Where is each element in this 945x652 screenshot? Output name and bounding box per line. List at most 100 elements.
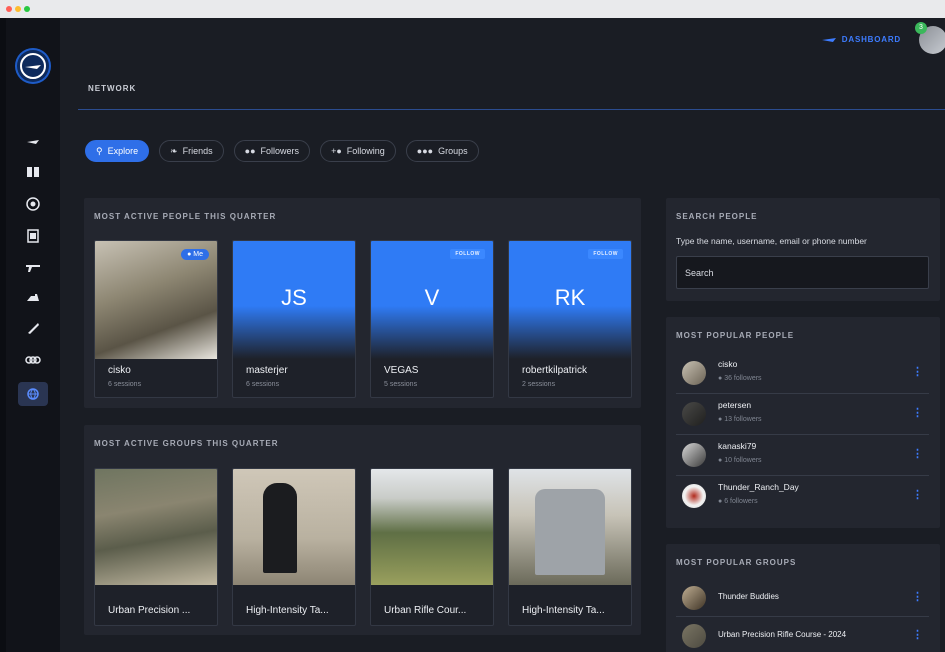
handshake-icon: ❧ xyxy=(170,145,178,156)
sidebar xyxy=(6,18,60,652)
sidebar-item-swoosh-icon[interactable] xyxy=(18,130,48,154)
person-initials: V xyxy=(424,285,440,310)
search-help-text: Type the name, username, email or phone … xyxy=(676,236,867,246)
avatar xyxy=(682,443,706,467)
list-item[interactable]: petersen ● 13 followers ⋮ xyxy=(676,394,929,435)
person-initials: JS xyxy=(281,285,307,310)
group-name: Urban Precision Rifle Course - 2024 xyxy=(718,630,847,639)
list-item[interactable]: Urban Precision Rifle Course - 2024 ⋮ xyxy=(676,618,929,652)
tab-groups[interactable]: ●●● Groups xyxy=(405,140,479,162)
group-name: Thunder Buddies xyxy=(718,592,779,601)
person-name: VEGAS xyxy=(384,365,419,376)
person-card[interactable]: FOLLOW RK robertkilpatrick 2 sessions xyxy=(508,240,632,398)
avatar xyxy=(682,402,706,426)
person-name: cisko xyxy=(718,359,738,369)
session-count: 6 sessions xyxy=(108,381,142,388)
title-divider xyxy=(78,109,945,110)
group-card[interactable]: High-Intensity Ta... xyxy=(508,468,632,626)
tab-following[interactable]: +● Following xyxy=(320,140,396,162)
minimize-dot-icon[interactable] xyxy=(15,6,21,12)
person-name: petersen xyxy=(718,400,752,410)
session-count: 5 sessions xyxy=(384,381,418,388)
network-tabs: ⚲ Explore ❧ Friends ●● Followers +● Foll… xyxy=(85,140,479,162)
list-item[interactable]: Thunder Buddies ⋮ xyxy=(676,580,929,617)
tab-followers[interactable]: ●● Followers xyxy=(233,140,311,162)
follow-button[interactable]: FOLLOW xyxy=(588,249,623,259)
zoom-dot-icon[interactable] xyxy=(24,6,30,12)
people-icon: ●● xyxy=(244,146,256,156)
more-options-icon[interactable]: ⋮ xyxy=(912,628,923,641)
group-photo xyxy=(509,469,631,585)
more-options-icon[interactable]: ⋮ xyxy=(912,447,923,460)
most-active-people-panel: MOST ACTIVE PEOPLE THIS QUARTER ● Me cis… xyxy=(84,198,641,408)
scorecard-icon[interactable] xyxy=(18,224,48,248)
app-window: DASHBOARD 3 NETWORK ⚲ Explore ❧ Friends … xyxy=(6,18,945,652)
avatar xyxy=(682,361,706,385)
tab-label: Following xyxy=(346,146,385,156)
person-name: robertkilpatrick xyxy=(522,365,588,376)
tab-label: Followers xyxy=(260,146,300,156)
panel-title: MOST POPULAR GROUPS xyxy=(676,558,797,567)
group-name: High-Intensity Ta... xyxy=(522,605,605,616)
book-icon[interactable] xyxy=(18,160,48,184)
list-item[interactable]: kanaski79 ● 10 followers ⋮ xyxy=(676,435,929,476)
globe-icon[interactable] xyxy=(18,382,48,406)
person-card[interactable]: FOLLOW V VEGAS 5 sessions xyxy=(370,240,494,398)
list-item[interactable]: cisko ● 36 followers ⋮ xyxy=(676,353,929,394)
person-name: cisko xyxy=(108,365,131,376)
more-options-icon[interactable]: ⋮ xyxy=(912,406,923,419)
follower-count: ● 10 followers xyxy=(718,457,762,464)
follower-count: ● 13 followers xyxy=(718,416,762,423)
tab-explore[interactable]: ⚲ Explore xyxy=(85,140,150,162)
group-card[interactable]: High-Intensity Ta... xyxy=(232,468,356,626)
most-popular-groups-panel: MOST POPULAR GROUPS Thunder Buddies ⋮ Ur… xyxy=(666,544,940,652)
tab-label: Explore xyxy=(107,146,139,156)
avatar xyxy=(682,586,706,610)
panel-title: SEARCH PEOPLE xyxy=(676,212,758,221)
person-name: masterjer xyxy=(246,365,288,376)
person-card[interactable]: ● Me cisko 6 sessions xyxy=(94,240,218,398)
notification-badge: 3 xyxy=(915,22,927,34)
more-options-icon[interactable]: ⋮ xyxy=(912,590,923,603)
follow-button[interactable]: FOLLOW xyxy=(450,249,485,259)
group-photo xyxy=(233,469,355,585)
more-options-icon[interactable]: ⋮ xyxy=(912,488,923,501)
group-photo xyxy=(95,469,217,585)
me-badge: ● Me xyxy=(181,249,209,260)
window-titlebar xyxy=(0,0,945,18)
knife-icon[interactable] xyxy=(18,316,48,340)
group-card[interactable]: Urban Precision ... xyxy=(94,468,218,626)
follower-count: ● 6 followers xyxy=(718,498,758,505)
pistol-icon[interactable] xyxy=(18,286,48,310)
tab-label: Friends xyxy=(182,146,213,156)
search-input[interactable]: Search xyxy=(676,256,929,289)
target-icon[interactable] xyxy=(18,192,48,216)
group-name: Urban Precision ... xyxy=(108,605,191,616)
close-dot-icon[interactable] xyxy=(6,6,12,12)
rings-icon[interactable] xyxy=(18,348,48,372)
list-item[interactable]: Thunder_Ranch_Day ● 6 followers ⋮ xyxy=(676,476,929,516)
most-active-groups-panel: MOST ACTIVE GROUPS THIS QUARTER Urban Pr… xyxy=(84,425,641,635)
group-icon: ●●● xyxy=(416,146,434,156)
person-card[interactable]: JS masterjer 6 sessions xyxy=(232,240,356,398)
tab-friends[interactable]: ❧ Friends xyxy=(159,140,224,162)
panel-title: MOST ACTIVE PEOPLE THIS QUARTER xyxy=(94,212,277,221)
group-name: High-Intensity Ta... xyxy=(246,605,329,616)
dashboard-link[interactable]: DASHBOARD xyxy=(821,35,901,44)
dashboard-label: DASHBOARD xyxy=(841,35,901,44)
person-name: kanaski79 xyxy=(718,441,757,451)
rifle-icon[interactable] xyxy=(18,256,48,280)
panel-title: MOST ACTIVE GROUPS THIS QUARTER xyxy=(94,439,279,448)
group-card[interactable]: Urban Rifle Cour... xyxy=(370,468,494,626)
more-options-icon[interactable]: ⋮ xyxy=(912,365,923,378)
group-photo xyxy=(371,469,493,585)
session-count: 2 sessions xyxy=(522,381,556,388)
page-title: NETWORK xyxy=(88,84,137,93)
panel-title: MOST POPULAR PEOPLE xyxy=(676,331,795,340)
session-count: 6 sessions xyxy=(246,381,280,388)
follower-count: ● 36 followers xyxy=(718,375,762,382)
person-initials: RK xyxy=(554,285,586,310)
app-logo-icon[interactable] xyxy=(15,48,51,84)
search-icon: ⚲ xyxy=(96,145,103,156)
most-popular-people-panel: MOST POPULAR PEOPLE cisko ● 36 followers… xyxy=(666,317,940,528)
